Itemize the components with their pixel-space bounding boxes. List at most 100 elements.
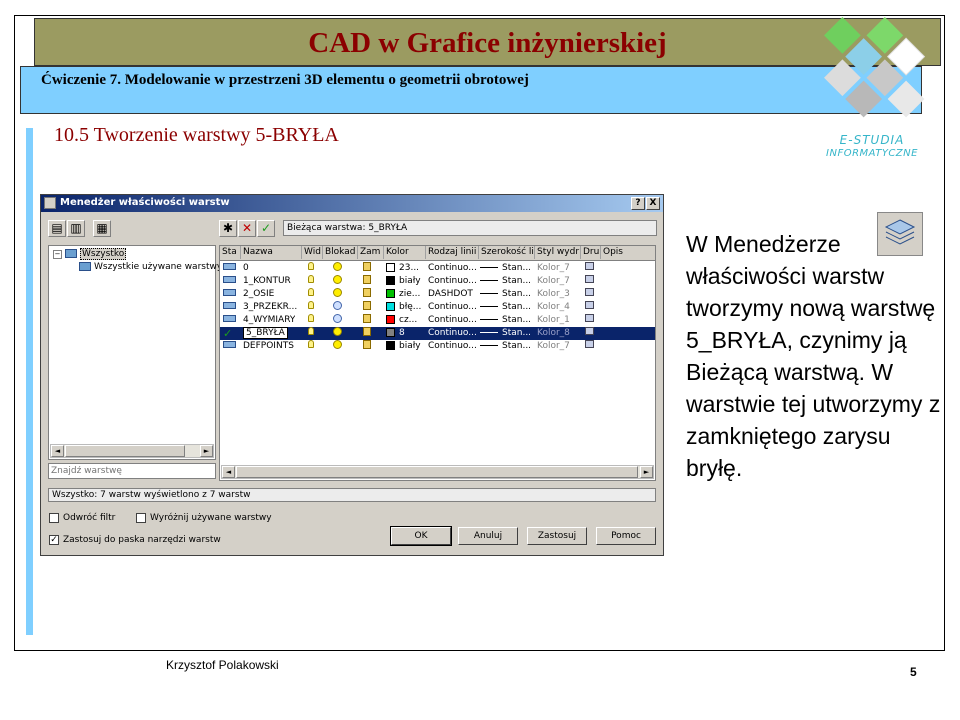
frozen-snowflake-icon[interactable] bbox=[333, 301, 342, 314]
lock-icon[interactable] bbox=[363, 262, 371, 275]
column-header[interactable]: Styl wydr bbox=[535, 246, 581, 259]
layer-linetype[interactable]: Continuo... bbox=[428, 262, 477, 275]
thaw-sun-icon[interactable] bbox=[333, 288, 342, 301]
tree-horizontal-scrollbar[interactable]: ◄ ► bbox=[50, 444, 214, 458]
scroll-right-arrow[interactable]: ► bbox=[200, 445, 213, 457]
visibility-bulb-icon[interactable] bbox=[308, 275, 314, 288]
lock-icon[interactable] bbox=[363, 327, 371, 340]
column-header[interactable]: Blokad bbox=[323, 246, 358, 259]
column-header[interactable]: Nazwa bbox=[241, 246, 302, 259]
help-title-button[interactable]: ? bbox=[631, 197, 645, 210]
layer-linetype[interactable]: Continuo... bbox=[428, 301, 477, 314]
layer-row[interactable]: DEFPOINTS biały Continuo... Stan... Kolor_7 bbox=[220, 340, 655, 353]
plot-printer-icon[interactable] bbox=[585, 288, 594, 301]
search-layer-input[interactable] bbox=[48, 463, 216, 479]
visibility-bulb-icon[interactable] bbox=[308, 314, 314, 327]
layer-linetype[interactable]: Continuo... bbox=[428, 327, 477, 340]
scroll-thumb[interactable] bbox=[65, 445, 185, 457]
layer-plot-style[interactable]: Kolor_7 bbox=[537, 340, 570, 353]
plot-printer-icon[interactable] bbox=[585, 262, 594, 275]
layer-linetype[interactable]: Continuo... bbox=[428, 340, 477, 353]
tree-child[interactable]: Wszystkie używane warstwy bbox=[79, 261, 222, 274]
close-title-button[interactable]: X bbox=[646, 197, 660, 210]
frozen-snowflake-icon[interactable] bbox=[333, 314, 342, 327]
plot-printer-icon[interactable] bbox=[585, 314, 594, 327]
help-button[interactable]: Pomoc bbox=[596, 527, 656, 545]
lock-icon[interactable] bbox=[363, 275, 371, 288]
layer-name[interactable]: 1_KONTUR bbox=[243, 275, 291, 288]
grid-horizontal-scrollbar[interactable]: ◄ ► bbox=[221, 465, 654, 479]
visibility-bulb-icon[interactable] bbox=[308, 262, 314, 275]
plot-printer-icon[interactable] bbox=[585, 340, 594, 353]
visibility-bulb-icon[interactable] bbox=[308, 340, 314, 353]
set-current-icon[interactable]: ✓ bbox=[257, 220, 275, 237]
column-header[interactable]: Kolor bbox=[384, 246, 426, 259]
layer-color[interactable]: cz... bbox=[386, 314, 417, 327]
new-layer-icon[interactable]: ✱ bbox=[219, 220, 237, 237]
new-property-filter-icon[interactable]: ▤ bbox=[48, 220, 66, 237]
visibility-bulb-icon[interactable] bbox=[308, 288, 314, 301]
apply-button[interactable]: Zastosuj bbox=[527, 527, 587, 545]
layer-color[interactable]: błę... bbox=[386, 301, 421, 314]
scroll-thumb[interactable] bbox=[236, 466, 638, 478]
layer-color[interactable]: biały bbox=[386, 340, 421, 353]
collapse-icon[interactable]: − bbox=[53, 250, 62, 259]
layer-plot-style[interactable]: Kolor_7 bbox=[537, 275, 570, 288]
lock-icon[interactable] bbox=[363, 340, 371, 353]
layer-lineweight[interactable]: Stan... bbox=[480, 314, 531, 327]
visibility-bulb-icon[interactable] bbox=[308, 327, 314, 340]
layer-row[interactable]: 1_KONTUR biały Continuo... Stan... Kolor_7 bbox=[220, 275, 655, 288]
lock-icon[interactable] bbox=[363, 314, 371, 327]
layer-color[interactable]: biały bbox=[386, 275, 421, 288]
scroll-left-arrow[interactable]: ◄ bbox=[51, 445, 64, 457]
layer-plot-style[interactable]: Kolor_3 bbox=[537, 288, 570, 301]
column-header[interactable]: Dru bbox=[581, 246, 601, 259]
layer-row[interactable]: ✓ 5_BRYŁA 8 Continuo... Stan... Kolor_8 bbox=[220, 327, 655, 340]
layer-plot-style[interactable]: Kolor_1 bbox=[537, 314, 570, 327]
thaw-sun-icon[interactable] bbox=[333, 327, 342, 340]
layer-plot-style[interactable]: Kolor_7 bbox=[537, 262, 570, 275]
layer-name[interactable]: 3_PRZEKR... bbox=[243, 301, 297, 314]
column-header[interactable]: Rodzaj linii bbox=[426, 246, 479, 259]
plot-printer-icon[interactable] bbox=[585, 301, 594, 314]
column-header[interactable]: Zam bbox=[358, 246, 384, 259]
filter-tree[interactable]: − Wszystko Wszystkie używane warstwy ◄ ► bbox=[48, 245, 222, 460]
layer-row[interactable]: 2_OSIE zie... DASHDOT Stan... Kolor_3 bbox=[220, 288, 655, 301]
layer-name[interactable]: 2_OSIE bbox=[243, 288, 274, 301]
layer-name[interactable]: 4_WYMIARY bbox=[243, 314, 295, 327]
delete-layer-icon[interactable]: ✕ bbox=[238, 220, 256, 237]
lock-icon[interactable] bbox=[363, 288, 371, 301]
new-group-filter-icon[interactable]: ▥ bbox=[67, 220, 85, 237]
thaw-sun-icon[interactable] bbox=[333, 262, 342, 275]
plot-printer-icon[interactable] bbox=[585, 275, 594, 288]
layer-lineweight[interactable]: Stan... bbox=[480, 288, 531, 301]
layer-color[interactable]: zie... bbox=[386, 288, 420, 301]
invert-filter-checkbox[interactable] bbox=[49, 513, 59, 523]
layer-lineweight[interactable]: Stan... bbox=[480, 275, 531, 288]
layer-color[interactable]: 8 bbox=[386, 327, 405, 340]
layer-lineweight[interactable]: Stan... bbox=[480, 262, 531, 275]
layer-linetype[interactable]: Continuo... bbox=[428, 275, 477, 288]
lock-icon[interactable] bbox=[363, 301, 371, 314]
layer-color[interactable]: 23... bbox=[386, 262, 419, 275]
column-header[interactable]: Wid bbox=[302, 246, 323, 259]
layer-name[interactable]: 0 bbox=[243, 262, 249, 275]
layer-lineweight[interactable]: Stan... bbox=[480, 301, 531, 314]
apply-to-toolbar-checkbox[interactable]: ✓ bbox=[49, 535, 59, 545]
column-header[interactable]: Sta bbox=[220, 246, 241, 259]
scroll-right-arrow[interactable]: ► bbox=[640, 466, 653, 478]
layer-row[interactable]: 0 23... Continuo... Stan... Kolor_7 bbox=[220, 262, 655, 275]
layer-name[interactable]: DEFPOINTS bbox=[243, 340, 294, 353]
visibility-bulb-icon[interactable] bbox=[308, 301, 314, 314]
cancel-button[interactable]: Anuluj bbox=[458, 527, 518, 545]
layer-states-manager-icon[interactable]: ▦ bbox=[93, 220, 111, 237]
thaw-sun-icon[interactable] bbox=[333, 340, 342, 353]
layer-lineweight[interactable]: Stan... bbox=[480, 327, 531, 340]
layer-row[interactable]: 4_WYMIARY cz... Continuo... Stan... Kolor_1 bbox=[220, 314, 655, 327]
column-header[interactable]: Opis bbox=[601, 246, 655, 259]
highlight-used-checkbox[interactable] bbox=[136, 513, 146, 523]
tree-root[interactable]: − Wszystko bbox=[53, 248, 127, 261]
layer-plot-style[interactable]: Kolor_4 bbox=[537, 301, 570, 314]
layer-name[interactable]: 5_BRYŁA bbox=[243, 327, 288, 340]
thaw-sun-icon[interactable] bbox=[333, 275, 342, 288]
